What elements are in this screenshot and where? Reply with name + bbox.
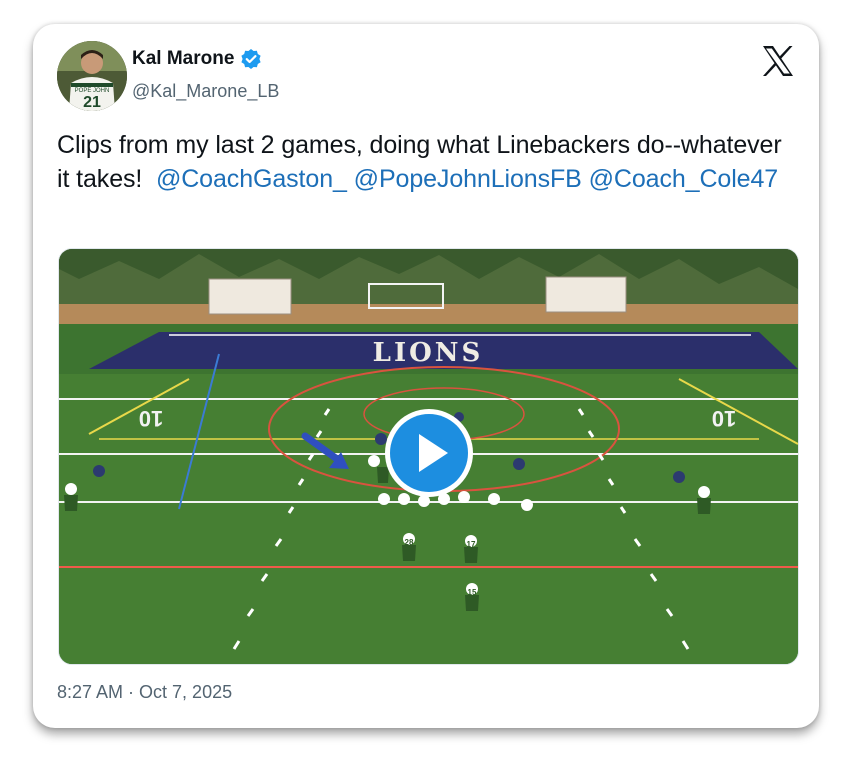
screenshot-canvas: POPE JOHN 21 Kal Marone @Kal_Marone_LB C… [0, 0, 854, 771]
play-button-fill [390, 414, 468, 492]
verified-badge-icon [241, 49, 262, 69]
tweet-card: POPE JOHN 21 Kal Marone @Kal_Marone_LB C… [33, 24, 819, 728]
display-name[interactable]: Kal Marone [132, 48, 234, 70]
mention-popejohnlionsfb[interactable]: @PopeJohnLionsFB [354, 165, 582, 193]
user-handle[interactable]: @Kal_Marone_LB [132, 81, 279, 102]
tweet-timestamp[interactable]: 8:27 AM · Oct 7, 2025 [57, 682, 232, 703]
yard-number-right: 10 [712, 406, 736, 431]
avatar[interactable]: POPE JOHN 21 [57, 41, 127, 111]
x-logo-icon[interactable] [761, 45, 795, 77]
player-number-15: 15 [468, 588, 477, 597]
jersey-number: 21 [83, 94, 101, 111]
player-number-28: 28 [405, 538, 414, 547]
tweet-text: Clips from my last 2 games, doing what L… [57, 128, 797, 196]
player-number-17: 17 [467, 540, 476, 549]
play-icon [419, 434, 448, 472]
mention-coachgaston[interactable]: @CoachGaston_ [156, 165, 347, 193]
play-button[interactable] [385, 409, 473, 497]
yard-number-left: 10 [139, 406, 163, 431]
avatar-image: POPE JOHN 21 [57, 41, 127, 111]
video-player[interactable]: LIONS 10 10 28 17 15 [58, 248, 799, 665]
name-row: Kal Marone [132, 48, 262, 70]
endzone-text: LIONS [373, 338, 484, 368]
mention-coach-cole47[interactable]: @Coach_Cole47 [589, 165, 779, 193]
